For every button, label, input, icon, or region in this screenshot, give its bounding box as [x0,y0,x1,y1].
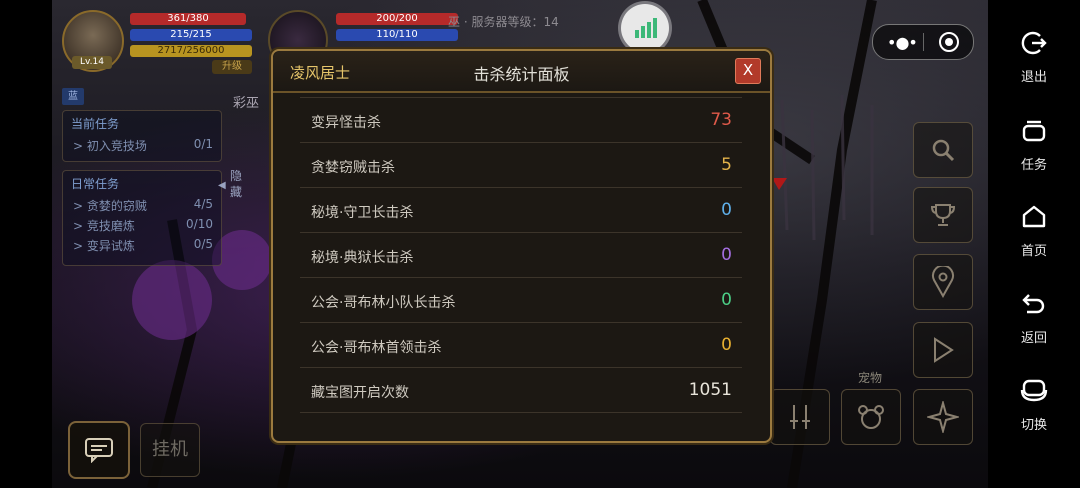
trophy-icon [930,204,956,226]
exp-bar: 2717/256000 [130,45,252,57]
signal-bar-icon [641,26,645,38]
stat-label: 变异怪击杀 [311,115,381,131]
play-button[interactable] [913,322,973,378]
pet-icon [858,405,884,429]
stat-row: 贪婪窃贼击杀 5 [300,143,742,188]
chat-icon [85,438,113,463]
stat-row: 公会·哥布林小队长击杀 0 [300,278,742,323]
daily-quest-box[interactable]: 日常任务 > 贪婪的窃贼 4/5 > 竞技磨炼 0/10 > 变异试炼 0/5 [62,170,222,266]
capsule-divider [923,33,924,51]
exit-icon [1021,31,1047,55]
task-icon [1022,120,1046,142]
weapons-icon [790,405,810,429]
pet-button[interactable] [841,389,901,445]
hide-quest-tab[interactable]: ◀ 隐藏 [218,168,248,200]
team-tag: 蓝 [62,88,84,105]
player-level: Lv.14 [72,56,112,69]
stat-row: 公会·哥布林首领击杀 0 [300,323,742,368]
back-button[interactable]: 返回 [988,291,1080,346]
play-icon [934,337,954,363]
pet-label: 宠物 [858,371,883,385]
stat-row: 藏宝图开启次数 1051 [300,368,742,413]
stats-list: 变异怪击杀 73 贪婪窃贼击杀 5 秘境·守卫长击杀 0 秘境·典狱长击杀 0 公会·哥布林小队… [300,97,742,413]
close-button[interactable]: X [735,58,761,84]
stat-row: 变异怪击杀 73 [300,97,742,143]
signal-bar-icon [647,22,651,38]
back-icon [1022,294,1045,314]
system-sidebar: 退出 任务 首页 返回 切换 [988,0,1080,488]
quest-row[interactable]: > 竞技磨炼 0/10 [63,216,221,236]
switch-button[interactable]: 切换 [988,378,1080,433]
quest-row[interactable]: > 变异试炼 0/5 [63,236,221,256]
home-button[interactable]: 首页 [988,204,1080,259]
skill-button[interactable] [913,389,973,445]
current-quest-title: 当前任务 [71,117,120,131]
stat-label: 公会·哥布林首领击杀 [311,340,442,356]
stat-value: 0 [721,200,732,220]
current-quest-box[interactable]: 当前任务 > 初入竞技场 0/1 [62,110,222,162]
stat-label: 贪婪窃贼击杀 [311,160,395,176]
stat-label: 藏宝图开启次数 [311,385,409,401]
stat-value: 1051 [688,380,732,400]
mp-bar: 215/215 [130,29,252,41]
quest-row[interactable]: > 初入竞技场 0/1 [63,136,221,156]
quest-row[interactable]: > 贪婪的窃贼 4/5 [63,196,221,216]
signal-bar-icon [635,30,639,38]
task-button[interactable]: 任务 [988,118,1080,173]
stat-value: 0 [721,290,732,310]
stat-row: 秘境·典狱长击杀 0 [300,233,742,278]
more-icon[interactable]: •●• [887,33,918,52]
target-mp-bar: 110/110 [336,29,458,41]
search-button[interactable] [913,122,973,178]
stat-value: 0 [721,245,732,265]
upgrade-button[interactable]: 升级 [212,60,252,74]
stat-row: 秘境·守卫长击杀 0 [300,188,742,233]
stat-value: 0 [721,335,732,355]
miniprogram-capsule: •●• [872,24,974,60]
map-pin-icon [932,266,954,298]
target-hp-bar: 200/200 [336,13,458,25]
switch-icon [1020,379,1048,402]
search-icon [932,139,955,162]
signal-bar-icon [653,18,657,38]
panel-title: 击杀统计面板 [473,65,570,84]
equipment-button[interactable] [770,389,830,445]
kill-stats-panel: 凌风居士 击杀统计面板 X 变异怪击杀 73 贪婪窃贼击杀 5 秘境·守卫长击杀 0 秘境·… [271,49,772,443]
record-icon[interactable] [939,32,959,52]
stat-label: 秘境·典狱长击杀 [311,250,414,266]
arrow-left-icon: ◀ [218,180,226,191]
server-level: 巫 · 服务器等级：14 [448,15,559,29]
hangup-button[interactable]: 挂机 [140,423,200,477]
stats-chart-button[interactable] [621,4,669,52]
stat-value: 5 [721,155,732,175]
panel-header: 凌风居士 击杀统计面板 X [273,51,770,93]
left-black-strip [0,0,52,488]
daily-quest-title: 日常任务 [71,177,120,191]
hp-bar: 361/380 [130,13,246,25]
compass-star-icon [927,401,959,433]
exit-button[interactable]: 退出 [988,30,1080,85]
stat-label: 公会·哥布林小队长击杀 [311,295,456,311]
npc-name: 彩巫 [233,96,260,111]
map-pin-button[interactable] [913,254,973,310]
home-icon [1022,205,1046,228]
trophy-button[interactable] [913,187,973,243]
stat-value: 73 [710,110,732,130]
chat-button[interactable] [68,421,130,479]
stat-label: 秘境·守卫长击杀 [311,205,414,221]
